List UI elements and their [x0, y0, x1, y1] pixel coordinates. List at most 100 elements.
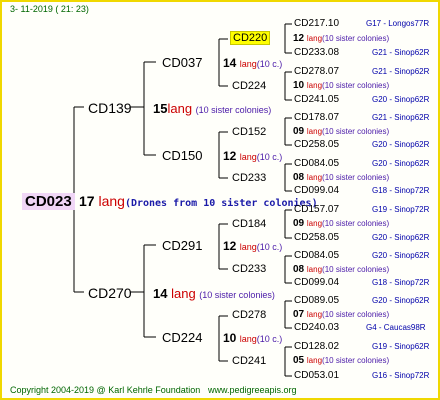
gen3-info-2: 09 lang(10 sister colonies)	[293, 127, 389, 137]
site-link[interactable]: www.pedigreeapis.org	[208, 386, 297, 395]
gen3-num-1: 10	[293, 80, 305, 91]
gen2-lang-3: lang	[239, 334, 257, 344]
root-num: 17	[79, 193, 95, 209]
gen4-code-1: G21 - Sinop62R	[372, 48, 430, 57]
gen4-code-11: G18 - Sinop72R	[372, 278, 430, 287]
gen4-code-3: G20 - Sinop62R	[372, 95, 430, 104]
gen4-id-1: CD233.08	[294, 47, 340, 58]
gen4-id-6: CD084.05	[294, 158, 340, 169]
gen3-id-6: CD278	[232, 309, 267, 321]
gen3-id-5: CD233	[232, 263, 267, 275]
gen2-id-0: CD037	[162, 55, 203, 70]
gen1-top-note: (10 sister colonies)	[195, 105, 272, 115]
root-info: 17 lang(Drones from 10 sister colonies)	[79, 194, 318, 209]
generation-date: 3- 11-2019 ( 21: 23)	[10, 4, 89, 14]
gen4-id-9: CD258.05	[294, 232, 340, 243]
copyright-text: Copyright 2004-2019 @ Karl Kehrle Founda…	[10, 385, 201, 395]
gen4-id-13: CD240.03	[294, 322, 340, 333]
gen1-bottom-id: CD270	[88, 285, 132, 301]
gen2-info-2: 12 lang(10 c.)	[223, 240, 282, 252]
gen3-lang-6: lang	[306, 310, 323, 319]
gen3-lang-7: lang	[306, 356, 323, 365]
pedigree-frame: 3- 11-2019 ( 21: 23) CD023 17 lang(Drone…	[0, 0, 440, 400]
gen4-code-13: G4 - Caucas98R	[366, 323, 426, 332]
gen2-note-3: (10 c.)	[256, 334, 283, 344]
gen2-id-3: CD224	[162, 330, 203, 345]
gen4-id-0: CD217.10	[294, 18, 340, 29]
gen4-code-5: G20 - Sinop62R	[372, 140, 430, 149]
gen3-lang-4: lang	[306, 219, 323, 228]
gen3-num-5: 08	[293, 264, 305, 275]
gen3-lang-3: lang	[306, 173, 323, 182]
gen2-note-2: (10 c.)	[256, 242, 283, 252]
gen3-note-7: (10 sister colonies)	[322, 356, 390, 365]
gen4-id-15: CD053.01	[294, 370, 340, 381]
gen4-code-12: G20 - Sinop62R	[372, 296, 430, 305]
gen3-note-3: (10 sister colonies)	[322, 173, 390, 182]
gen4-id-14: CD128.02	[294, 341, 340, 352]
gen3-id-4: CD184	[232, 218, 267, 230]
gen4-id-3: CD241.05	[294, 94, 340, 105]
gen3-num-7: 05	[293, 355, 305, 366]
gen4-code-4: G21 - Sinop62R	[372, 113, 430, 122]
gen3-note-2: (10 sister colonies)	[322, 127, 390, 136]
gen4-id-4: CD178.07	[294, 112, 340, 123]
gen4-id-11: CD099.04	[294, 277, 340, 288]
gen3-id-0: CD220	[230, 31, 271, 45]
gen4-id-8: CD157.07	[294, 204, 340, 215]
gen2-lang-0: lang	[239, 59, 257, 69]
gen3-info-0: 12 lang(10 sister colonies)	[293, 34, 389, 44]
gen4-code-10: G20 - Sinop62R	[372, 251, 430, 260]
gen3-note-1: (10 sister colonies)	[322, 81, 390, 90]
gen3-num-2: 09	[293, 126, 305, 137]
gen2-note-1: (10 c.)	[256, 152, 283, 162]
gen1-bottom-num: 14	[153, 286, 168, 301]
gen2-num-0: 14	[223, 56, 237, 70]
gen3-num-3: 08	[293, 172, 305, 183]
gen3-info-5: 08 lang(10 sister colonies)	[293, 265, 389, 275]
gen3-num-6: 07	[293, 309, 305, 320]
gen2-id-1: CD150	[162, 148, 203, 163]
gen3-note-0: (10 sister colonies)	[322, 34, 390, 43]
gen4-code-0: G17 - Longos77R	[366, 19, 430, 28]
gen3-note-5: (10 sister colonies)	[322, 265, 390, 274]
gen3-id-0-highlight: CD220	[230, 31, 271, 45]
gen3-info-6: 07 lang(10 sister colonies)	[293, 310, 389, 320]
gen3-info-7: 05 lang(10 sister colonies)	[293, 356, 389, 366]
gen3-info-1: 10 lang(10 sister colonies)	[293, 81, 389, 91]
root-queen-id: CD023	[22, 193, 75, 210]
gen3-num-0: 12	[293, 33, 305, 44]
gen3-lang-0: lang	[306, 34, 323, 43]
root-lang: lang	[98, 193, 125, 209]
gen4-id-7: CD099.04	[294, 185, 340, 196]
gen3-lang-1: lang	[306, 81, 323, 90]
gen2-lang-2: lang	[239, 242, 257, 252]
gen1-top-lang: lang	[167, 101, 193, 116]
gen2-lang-1: lang	[239, 152, 257, 162]
gen3-lang-5: lang	[306, 265, 323, 274]
gen3-id-3: CD233	[232, 172, 267, 184]
gen4-code-14: G19 - Sinop62R	[372, 342, 430, 351]
gen3-note-6: (10 sister colonies)	[322, 310, 390, 319]
gen1-top-id: CD139	[88, 100, 132, 116]
gen3-id-1: CD224	[232, 80, 267, 92]
gen3-note-4: (10 sister colonies)	[322, 219, 390, 228]
gen1-bottom-note: (10 sister colonies)	[199, 290, 275, 300]
gen2-num-2: 12	[223, 239, 237, 253]
gen3-id-2: CD152	[232, 126, 267, 138]
gen3-num-4: 09	[293, 218, 305, 229]
gen4-id-2: CD278.07	[294, 66, 340, 77]
gen2-info-3: 10 lang(10 c.)	[223, 332, 282, 344]
gen3-lang-2: lang	[306, 127, 323, 136]
gen2-info-1: 12 lang(10 c.)	[223, 150, 282, 162]
gen2-note-0: (10 c.)	[256, 59, 283, 69]
gen2-info-0: 14 lang(10 c.)	[223, 57, 282, 69]
gen1-top-info: 15lang (10 sister colonies)	[153, 102, 271, 115]
gen4-id-5: CD258.05	[294, 139, 340, 150]
root-note: (Drones from 10 sister colonies)	[124, 198, 318, 209]
gen4-code-7: G18 - Sinop72R	[372, 186, 430, 195]
gen3-info-3: 08 lang(10 sister colonies)	[293, 173, 389, 183]
gen4-code-9: G20 - Sinop62R	[372, 233, 430, 242]
gen1-bottom-info: 14 lang (10 sister colonies)	[153, 287, 275, 300]
gen4-code-8: G19 - Sinop72R	[372, 205, 430, 214]
